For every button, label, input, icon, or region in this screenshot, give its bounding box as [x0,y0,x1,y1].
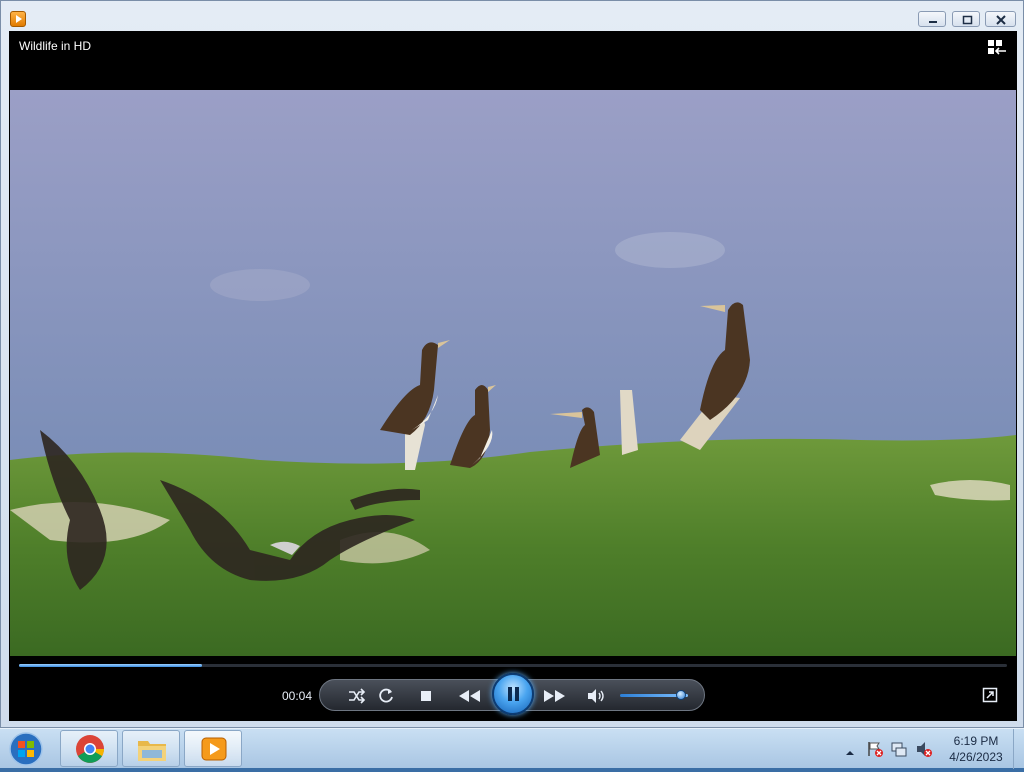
play-icon [508,687,519,701]
player-area: Wildlife in HD 00:04 [9,31,1017,721]
close-icon [996,15,1006,25]
minimize-button[interactable] [918,11,946,27]
repeat-button[interactable] [376,686,396,706]
seek-bar[interactable] [19,664,1007,667]
previous-icon [459,690,480,702]
video-display[interactable] [10,90,1016,656]
taskbar: 6:19 PM 4/26/2023 [0,728,1024,769]
network-icon[interactable] [890,740,908,758]
taskbar-chrome[interactable] [60,730,118,767]
stop-button[interactable] [416,686,436,706]
minimize-icon [929,21,937,23]
file-explorer-icon [138,741,166,761]
media-player-window: Wildlife in HD 00:04 [0,0,1024,728]
clock-time: 6:19 PM [953,734,999,748]
maximize-icon [962,15,973,25]
video-title: Wildlife in HD [19,39,92,53]
shuffle-button[interactable] [346,686,366,706]
maximize-button[interactable] [952,11,980,27]
volume-icon [588,689,604,703]
repeat-icon [379,688,393,703]
chevron-up-icon [846,751,854,755]
playback-controls: 00:04 [9,671,1017,721]
windows-start-icon [9,732,43,766]
switch-to-library-icon [988,40,1006,55]
volume-slider-thumb[interactable] [676,690,687,700]
windows-media-player-icon [201,737,227,761]
action-center-flag-icon[interactable] [866,740,884,758]
control-pill [319,673,705,715]
windows-media-player-icon[interactable] [10,11,26,27]
clock[interactable]: 6:19 PM 4/26/2023 [940,733,1012,765]
elapsed-time: 00:04 [282,689,313,703]
volume-muted-icon[interactable] [915,740,933,758]
previous-button[interactable] [456,686,484,706]
taskbar-file-explorer[interactable] [122,730,180,767]
show-desktop-button[interactable] [1013,729,1024,769]
taskbar-windows-media-player[interactable] [184,730,242,767]
system-tray: 6:19 PM 4/26/2023 [840,729,1024,769]
fullscreen-button[interactable] [982,687,998,703]
chrome-icon [76,735,104,763]
show-hidden-icons-button[interactable] [845,743,855,755]
title-bar[interactable] [1,1,1023,31]
seek-bar-progress [19,664,202,667]
clock-date: 4/26/2023 [949,750,1003,764]
mute-button[interactable] [586,686,606,706]
switch-to-library-button[interactable] [987,39,1007,55]
fullscreen-icon [982,687,998,703]
play-button[interactable] [492,673,534,715]
volume-slider[interactable] [620,690,688,700]
close-button[interactable] [985,11,1016,27]
video-frame [10,90,1016,656]
next-icon [544,690,565,702]
next-button[interactable] [540,686,568,706]
stop-icon [421,691,431,701]
shuffle-icon [349,688,366,704]
start-button[interactable] [4,730,48,768]
